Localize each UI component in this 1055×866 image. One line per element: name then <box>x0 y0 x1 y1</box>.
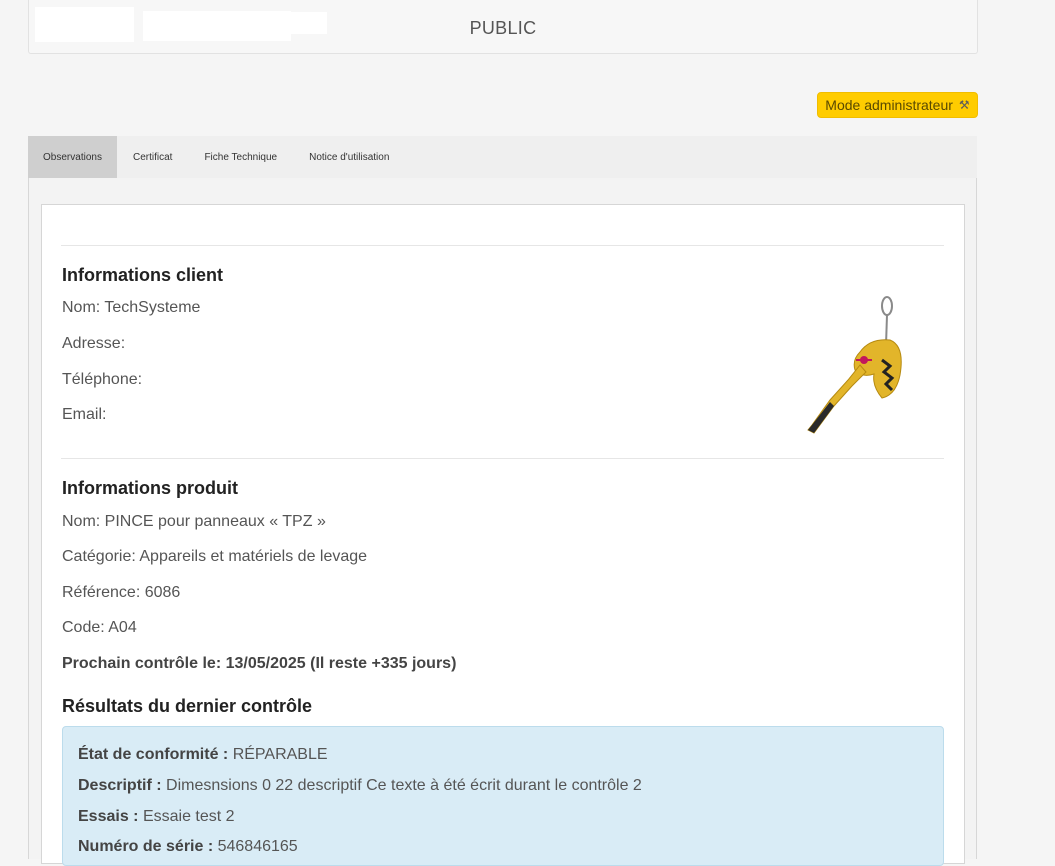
tab-notice-utilisation[interactable]: Notice d'utilisation <box>293 136 405 178</box>
admin-mode-button[interactable]: Mode administrateur ⚒ <box>817 92 978 118</box>
client-name: Nom: TechSysteme <box>62 299 201 316</box>
essais-row: Essais : Essaie test 2 <box>78 808 235 826</box>
descriptif-row: Descriptif : Dimesnsions 0 22 descriptif… <box>78 777 642 795</box>
serial-label: Numéro de série : <box>78 838 214 855</box>
descriptif-value: Dimesnsions 0 22 descriptif Ce texte à é… <box>166 777 642 794</box>
product-image <box>807 296 902 434</box>
essais-value: Essaie test 2 <box>142 808 235 825</box>
next-control: Prochain contrôle le: 13/05/2025 (Il res… <box>62 655 457 672</box>
client-phone: Téléphone: <box>62 371 143 388</box>
serial-value: 546846165 <box>217 838 298 855</box>
client-address: Adresse: <box>62 335 126 352</box>
product-name: Nom: PINCE pour panneaux « TPZ » <box>62 513 326 530</box>
tab-bar: Observations Certificat Fiche Technique … <box>28 136 977 178</box>
client-section-title: Informations client <box>62 265 224 285</box>
descriptif-label: Descriptif : <box>78 777 162 794</box>
divider <box>61 245 944 246</box>
client-email: Email: <box>62 406 107 423</box>
tab-certificat[interactable]: Certificat <box>117 136 188 178</box>
top-header: PUBLIC <box>28 0 978 54</box>
results-section-title: Résultats du dernier contrôle <box>62 696 313 716</box>
conformity-label: État de conformité : <box>78 746 229 763</box>
results-alert: État de conformité : RÉPARABLE Descripti… <box>62 726 944 866</box>
hammer-icon: ⚒ <box>958 98 970 112</box>
tab-observations[interactable]: Observations <box>28 136 117 178</box>
conformity-value: RÉPARABLE <box>232 746 328 763</box>
divider <box>61 458 944 459</box>
admin-mode-label: Mode administrateur <box>825 97 953 113</box>
product-category: Catégorie: Appareils et matériels de lev… <box>62 548 368 565</box>
tab-fiche-technique[interactable]: Fiche Technique <box>188 136 293 178</box>
product-reference: Référence: 6086 <box>62 584 181 601</box>
product-code: Code: A04 <box>62 619 137 636</box>
conformity-row: État de conformité : RÉPARABLE <box>78 746 328 764</box>
product-section-title: Informations produit <box>62 478 238 498</box>
serial-row: Numéro de série : 546846165 <box>78 838 298 856</box>
header-title: PUBLIC <box>469 18 537 38</box>
essais-label: Essais : <box>78 808 139 825</box>
